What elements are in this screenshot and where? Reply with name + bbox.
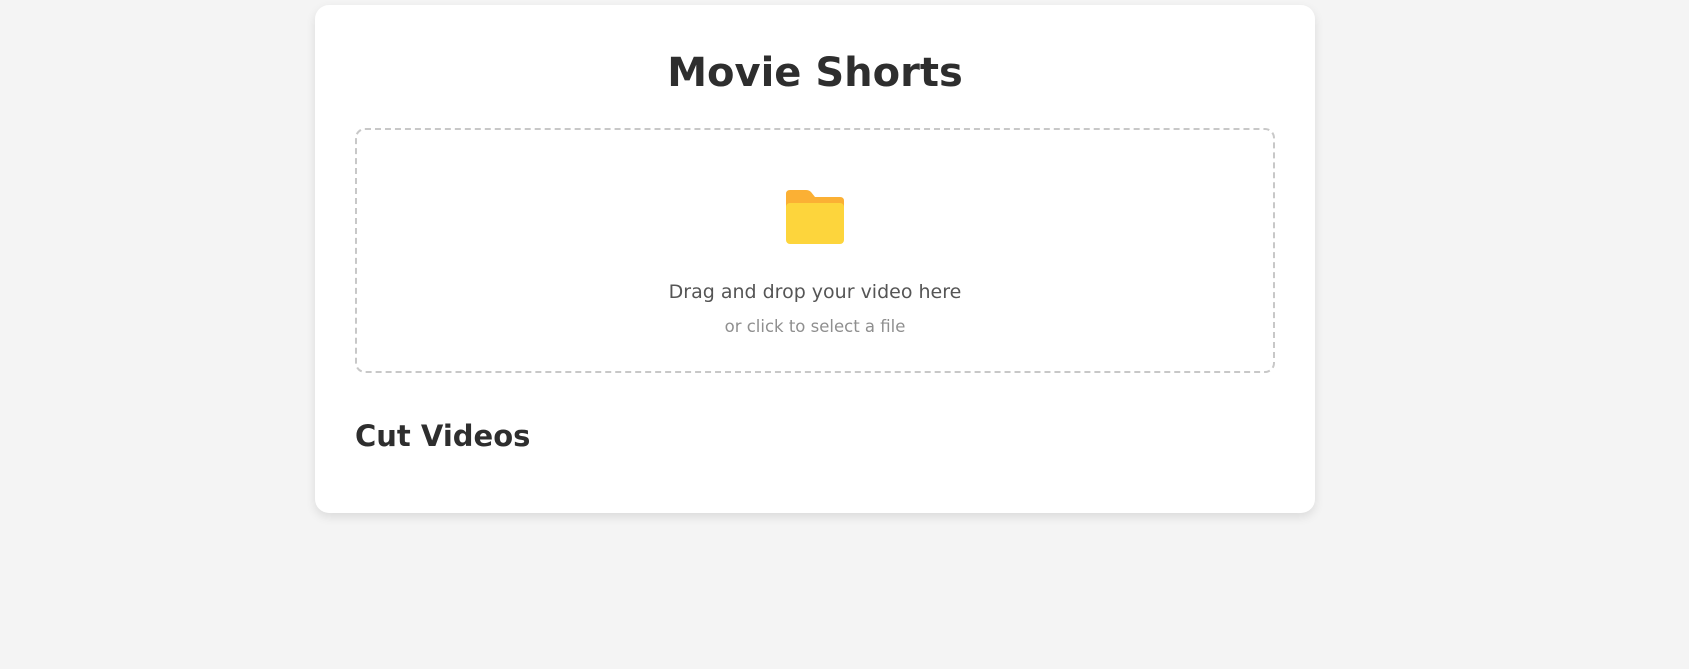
dropzone-secondary-text: or click to select a file [724,317,906,336]
page-title: Movie Shorts [667,50,963,96]
dropzone-primary-text: Drag and drop your video here [668,281,962,303]
cut-videos-list [355,465,1275,485]
video-dropzone[interactable]: Drag and drop your video here or click t… [355,128,1275,373]
folder-icon [784,188,846,246]
main-card: Movie Shorts Drag and drop your video he… [315,5,1315,513]
cut-videos-heading: Cut Videos [355,419,531,453]
